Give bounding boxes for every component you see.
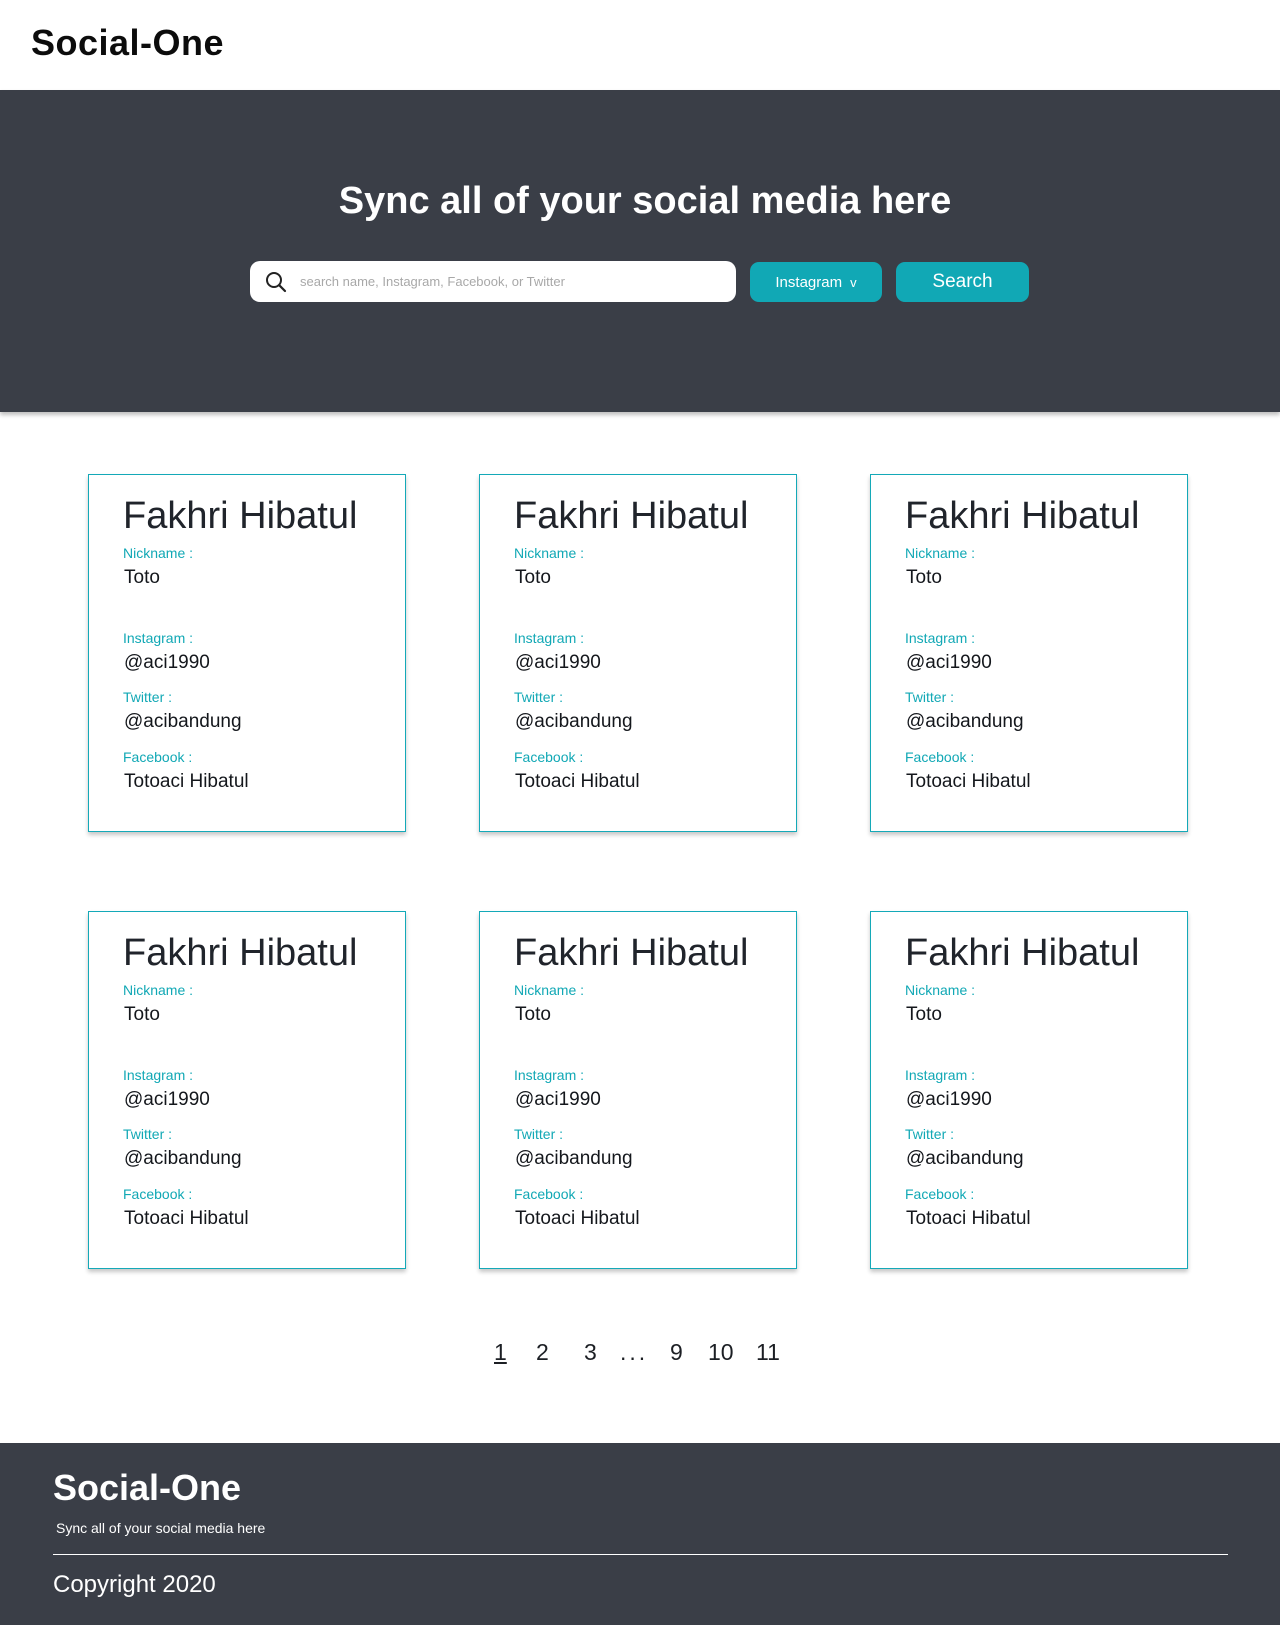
nickname-label: Nickname : bbox=[123, 982, 194, 998]
twitter-label: Twitter : bbox=[514, 1126, 564, 1142]
facebook-value[interactable]: Totoaci Hibatul bbox=[124, 771, 249, 793]
search-box[interactable] bbox=[250, 261, 736, 302]
facebook-label: Facebook : bbox=[905, 749, 975, 765]
search-button[interactable]: Search bbox=[896, 262, 1029, 302]
search-icon bbox=[266, 272, 287, 293]
twitter-label: Twitter : bbox=[905, 1126, 955, 1142]
footer-tagline: Sync all of your social media here bbox=[56, 1520, 266, 1536]
page-link-11[interactable]: 11 bbox=[756, 1339, 780, 1366]
instagram-label: Instagram : bbox=[514, 630, 585, 646]
facebook-label: Facebook : bbox=[905, 1186, 975, 1202]
profile-name: Fakhri Hibatul bbox=[514, 932, 749, 974]
nickname-value: Toto bbox=[515, 567, 551, 588]
profile-name: Fakhri Hibatul bbox=[905, 932, 1140, 974]
instagram-value[interactable]: @aci1990 bbox=[515, 1089, 601, 1111]
facebook-value[interactable]: Totoaci Hibatul bbox=[515, 771, 640, 793]
profile-name: Fakhri Hibatul bbox=[514, 495, 749, 537]
twitter-value[interactable]: @acibandung bbox=[906, 1148, 1024, 1170]
profile-card[interactable]: Fakhri Hibatul Nickname : Toto Instagram… bbox=[479, 474, 797, 832]
hero-title: Sync all of your social media here bbox=[338, 180, 952, 222]
instagram-label: Instagram : bbox=[123, 630, 194, 646]
twitter-value[interactable]: @acibandung bbox=[124, 711, 242, 733]
page-link-1[interactable]: 1 bbox=[494, 1339, 507, 1366]
page-link-3[interactable]: 3 bbox=[584, 1339, 597, 1366]
twitter-label: Twitter : bbox=[123, 1126, 173, 1142]
copyright-text: Copyright 2020 bbox=[53, 1571, 216, 1598]
twitter-value[interactable]: @acibandung bbox=[515, 1148, 633, 1170]
footer: Social-One Sync all of your social media… bbox=[0, 1443, 1280, 1625]
top-navbar: Social-One bbox=[0, 0, 1280, 90]
dropdown-selected-value: Instagram bbox=[775, 273, 843, 291]
facebook-value[interactable]: Totoaci Hibatul bbox=[906, 771, 1031, 793]
nickname-label: Nickname : bbox=[905, 545, 976, 561]
nickname-value: Toto bbox=[124, 567, 160, 588]
nickname-value: Toto bbox=[906, 567, 942, 588]
twitter-value[interactable]: @acibandung bbox=[906, 711, 1024, 733]
nickname-label: Nickname : bbox=[514, 545, 585, 561]
footer-brand[interactable]: Social-One bbox=[53, 1467, 241, 1509]
twitter-label: Twitter : bbox=[123, 689, 173, 705]
twitter-label: Twitter : bbox=[514, 689, 564, 705]
facebook-value[interactable]: Totoaci Hibatul bbox=[906, 1208, 1031, 1230]
page-link-9[interactable]: 9 bbox=[670, 1339, 683, 1366]
instagram-label: Instagram : bbox=[514, 1067, 585, 1083]
facebook-value[interactable]: Totoaci Hibatul bbox=[515, 1208, 640, 1230]
page-ellipsis: ... bbox=[620, 1339, 649, 1365]
instagram-label: Instagram : bbox=[905, 1067, 976, 1083]
facebook-label: Facebook : bbox=[514, 1186, 584, 1202]
facebook-label: Facebook : bbox=[123, 1186, 193, 1202]
platform-dropdown[interactable]: Instagram v bbox=[750, 262, 882, 302]
twitter-value[interactable]: @acibandung bbox=[124, 1148, 242, 1170]
profile-card[interactable]: Fakhri Hibatul Nickname : Toto Instagram… bbox=[870, 911, 1188, 1269]
hero-section: Sync all of your social media here Insta… bbox=[0, 90, 1280, 412]
page-link-2[interactable]: 2 bbox=[536, 1339, 549, 1366]
profile-card[interactable]: Fakhri Hibatul Nickname : Toto Instagram… bbox=[88, 911, 406, 1269]
facebook-value[interactable]: Totoaci Hibatul bbox=[124, 1208, 249, 1230]
instagram-label: Instagram : bbox=[905, 630, 976, 646]
page-link-10[interactable]: 10 bbox=[708, 1339, 734, 1366]
twitter-value[interactable]: @acibandung bbox=[515, 711, 633, 733]
chevron-down-icon: v bbox=[850, 274, 857, 290]
footer-divider bbox=[53, 1554, 1228, 1555]
instagram-label: Instagram : bbox=[123, 1067, 194, 1083]
facebook-label: Facebook : bbox=[514, 749, 584, 765]
profile-name: Fakhri Hibatul bbox=[123, 495, 358, 537]
instagram-value[interactable]: @aci1990 bbox=[515, 652, 601, 674]
instagram-value[interactable]: @aci1990 bbox=[124, 1089, 210, 1111]
instagram-value[interactable]: @aci1990 bbox=[124, 652, 210, 674]
search-input[interactable] bbox=[300, 261, 720, 302]
nickname-label: Nickname : bbox=[905, 982, 976, 998]
instagram-value[interactable]: @aci1990 bbox=[906, 1089, 992, 1111]
profile-card[interactable]: Fakhri Hibatul Nickname : Toto Instagram… bbox=[479, 911, 797, 1269]
nickname-label: Nickname : bbox=[123, 545, 194, 561]
twitter-label: Twitter : bbox=[905, 689, 955, 705]
facebook-label: Facebook : bbox=[123, 749, 193, 765]
profile-card[interactable]: Fakhri Hibatul Nickname : Toto Instagram… bbox=[870, 474, 1188, 832]
nickname-value: Toto bbox=[515, 1004, 551, 1025]
nickname-value: Toto bbox=[124, 1004, 160, 1025]
pagination: 1 2 3 ... 9 10 11 bbox=[0, 1339, 1280, 1379]
nickname-label: Nickname : bbox=[514, 982, 585, 998]
nickname-value: Toto bbox=[906, 1004, 942, 1025]
instagram-value[interactable]: @aci1990 bbox=[906, 652, 992, 674]
profile-name: Fakhri Hibatul bbox=[905, 495, 1140, 537]
profile-name: Fakhri Hibatul bbox=[123, 932, 358, 974]
profile-card[interactable]: Fakhri Hibatul Nickname : Toto Instagram… bbox=[88, 474, 406, 832]
brand-logo[interactable]: Social-One bbox=[31, 22, 224, 64]
